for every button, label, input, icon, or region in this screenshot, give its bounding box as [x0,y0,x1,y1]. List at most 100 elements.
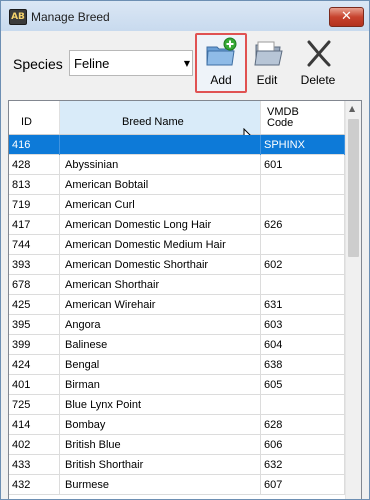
chevron-down-icon[interactable]: ▼ [184,59,190,68]
close-button[interactable]: ✕ [329,7,364,27]
cell-id[interactable]: 813 [9,175,60,195]
table-row[interactable]: 428 Abyssinian 601 [9,155,345,175]
table-row[interactable]: 433 British Shorthair 632 [9,455,345,475]
cell-breed-name[interactable]: British Blue [60,435,261,455]
manage-breed-window: AB Manage Breed ✕ Species Feline ▼ Add E… [0,0,370,500]
app-icon: AB [9,9,27,25]
table-row[interactable]: 432 Burmese 607 [9,475,345,495]
cell-vmdb-code[interactable] [261,395,345,415]
breed-grid[interactable]: ID Breed Name VMDB Code 416 SPHINX 428 Abyss… [8,100,362,499]
cell-vmdb-code[interactable]: 626 [261,215,345,235]
vertical-scrollbar[interactable]: ▲ [345,101,361,499]
cell-id[interactable]: 433 [9,455,60,475]
cell-breed-name[interactable]: Abyssinian [60,155,261,175]
table-row[interactable]: 395 Angora 603 [9,315,345,335]
add-label: Add [210,73,232,87]
table-row[interactable]: 425 American Wirehair 631 [9,295,345,315]
cell-vmdb-code[interactable]: 604 [261,335,345,355]
cell-id[interactable]: 424 [9,355,60,375]
cell-vmdb-code[interactable]: 605 [261,375,345,395]
cell-id[interactable]: 399 [9,335,60,355]
cell-vmdb-code[interactable]: 638 [261,355,345,375]
cell-id[interactable]: 414 [9,415,60,435]
table-row[interactable]: 417 American Domestic Long Hair 626 [9,215,345,235]
cell-breed-name[interactable]: American Domestic Long Hair [60,215,261,235]
cell-breed-name[interactable]: American Wirehair [60,295,261,315]
cell-vmdb-code[interactable]: 603 [261,315,345,335]
cell-vmdb-code[interactable]: 601 [261,155,345,175]
cell-vmdb-code[interactable] [261,175,345,195]
cell-id[interactable]: 416 [9,135,60,155]
cell-vmdb-code[interactable] [261,275,345,295]
cell-vmdb-code[interactable]: 631 [261,295,345,315]
column-header-id[interactable]: ID [9,101,60,134]
cell-breed-name[interactable]: Blue Lynx Point [60,395,261,415]
table-row[interactable]: 414 Bombay 628 [9,415,345,435]
column-header-vmdb-code[interactable]: VMDB Code [261,101,345,134]
cell-breed-name[interactable]: American Domestic Medium Hair [60,235,261,255]
cell-breed-name[interactable]: American Curl [60,195,261,215]
cell-breed-name[interactable] [60,135,261,155]
table-row[interactable]: 725 Blue Lynx Point [9,395,345,415]
scrollbar-thumb[interactable] [348,119,359,257]
cell-id[interactable]: 417 [9,215,60,235]
table-row[interactable]: 393 American Domestic Shorthair 602 [9,255,345,275]
window-title: Manage Breed [31,10,110,24]
cell-breed-name[interactable]: Bengal [60,355,261,375]
column-header-vmdb-label: VMDB Code [267,107,299,129]
folder-add-icon [206,37,237,66]
toolbar: Species Feline ▼ Add Edit Delete [2,31,368,99]
cell-breed-name[interactable]: British Shorthair [60,455,261,475]
cell-breed-name[interactable]: Balinese [60,335,261,355]
cell-id[interactable]: 425 [9,295,60,315]
title-bar[interactable]: AB Manage Breed ✕ [1,1,369,31]
cell-id[interactable]: 395 [9,315,60,335]
cell-vmdb-code[interactable]: 602 [261,255,345,275]
cell-vmdb-code[interactable]: SPHINX [261,135,345,155]
cell-breed-name[interactable]: American Domestic Shorthair [60,255,261,275]
cell-breed-name[interactable]: Burmese [60,475,261,495]
cell-breed-name[interactable]: Birman [60,375,261,395]
grid-header: ID Breed Name VMDB Code [9,101,345,146]
table-row[interactable]: 402 British Blue 606 [9,435,345,455]
folder-edit-icon [254,41,283,66]
table-row[interactable]: 678 American Shorthair [9,275,345,295]
edit-label: Edit [256,73,278,87]
cell-id[interactable]: 401 [9,375,60,395]
cell-breed-name[interactable]: American Shorthair [60,275,261,295]
table-row[interactable]: 719 American Curl [9,195,345,215]
table-row[interactable]: 399 Balinese 604 [9,335,345,355]
cell-id[interactable]: 744 [9,235,60,255]
cell-id[interactable]: 678 [9,275,60,295]
table-row[interactable]: 813 American Bobtail [9,175,345,195]
column-header-breed-label: Breed Name [122,116,184,128]
delete-button[interactable]: Delete [293,35,343,93]
table-row[interactable]: 744 American Domestic Medium Hair [9,235,345,255]
species-label: Species [13,56,63,72]
table-row[interactable]: 401 Birman 605 [9,375,345,395]
x-delete-icon [307,40,331,67]
cell-breed-name[interactable]: American Bobtail [60,175,261,195]
cell-vmdb-code[interactable] [261,235,345,255]
column-header-breed-name[interactable]: Breed Name [60,101,261,134]
cell-vmdb-code[interactable]: 606 [261,435,345,455]
edit-button[interactable]: Edit [242,35,292,93]
cell-id[interactable]: 402 [9,435,60,455]
cell-vmdb-code[interactable]: 632 [261,455,345,475]
cell-id[interactable]: 393 [9,255,60,275]
table-row[interactable]: 416 SPHINX [9,135,345,155]
cell-id[interactable]: 725 [9,395,60,415]
cell-vmdb-code[interactable]: 628 [261,415,345,435]
cell-breed-name[interactable]: Angora [60,315,261,335]
delete-label: Delete [300,73,336,87]
species-dropdown[interactable]: Feline ▼ [69,50,193,76]
cell-id[interactable]: 428 [9,155,60,175]
cell-id[interactable]: 432 [9,475,60,495]
table-row[interactable]: 424 Bengal 638 [9,355,345,375]
cell-vmdb-code[interactable] [261,195,345,215]
cell-id[interactable]: 719 [9,195,60,215]
cell-breed-name[interactable]: Bombay [60,415,261,435]
add-button[interactable]: Add [195,33,247,93]
scroll-up-icon[interactable]: ▲ [349,104,355,113]
cell-vmdb-code[interactable]: 607 [261,475,345,495]
